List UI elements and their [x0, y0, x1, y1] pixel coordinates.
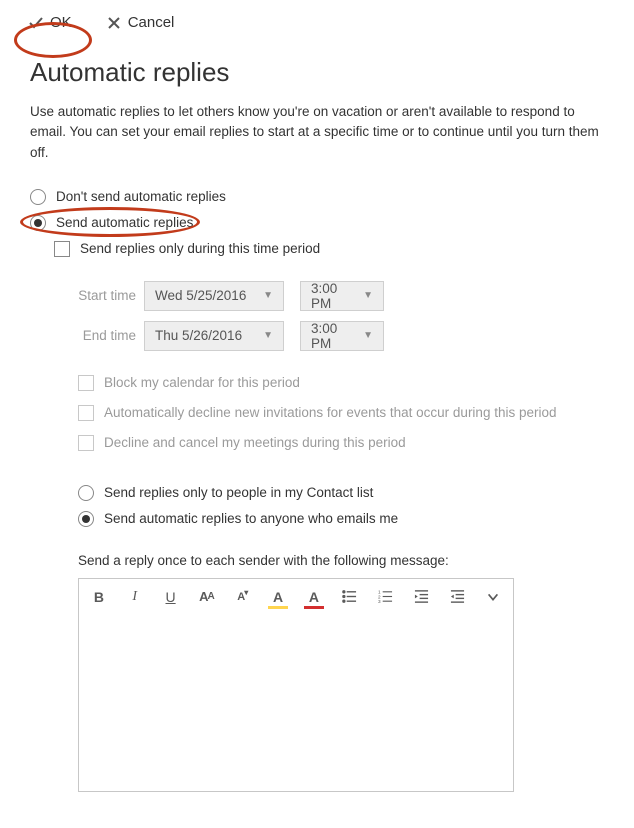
svg-text:3: 3	[378, 599, 381, 604]
radio-dont-send-label: Don't send automatic replies	[56, 189, 226, 204]
start-date-value: Wed 5/25/2016	[155, 288, 246, 303]
checkbox-time-period-label: Send replies only during this time perio…	[80, 241, 320, 256]
message-editor: B I U AA A▾ A A 123	[78, 578, 514, 792]
message-textarea[interactable]	[79, 615, 513, 791]
chevron-down-icon: ▼	[363, 330, 373, 341]
end-time-dropdown[interactable]: 3:00 PM ▼	[300, 321, 384, 351]
checkbox-block-calendar[interactable]	[78, 375, 94, 391]
chevron-down-icon: ▼	[263, 330, 273, 341]
start-time-value: 3:00 PM	[311, 281, 353, 311]
check-icon	[28, 15, 44, 31]
radio-anyone[interactable]	[78, 511, 94, 527]
checkbox-decline-cancel-label: Decline and cancel my meetings during th…	[104, 435, 406, 450]
checkbox-auto-decline[interactable]	[78, 405, 94, 421]
checkbox-time-period[interactable]	[54, 241, 70, 257]
bold-button[interactable]: B	[89, 587, 109, 607]
font-color-button[interactable]: A	[304, 587, 324, 607]
italic-button[interactable]: I	[125, 587, 145, 607]
bullet-list-button[interactable]	[340, 587, 360, 607]
page-title: Automatic replies	[30, 57, 604, 88]
radio-dont-send[interactable]	[30, 189, 46, 205]
radio-contacts-only-label: Send replies only to people in my Contac…	[104, 485, 373, 500]
start-time-label: Start time	[78, 288, 136, 303]
end-time-value: 3:00 PM	[311, 321, 353, 351]
end-date-dropdown[interactable]: Thu 5/26/2016 ▼	[144, 321, 284, 351]
checkbox-decline-cancel[interactable]	[78, 435, 94, 451]
radio-contacts-only[interactable]	[78, 485, 94, 501]
ok-button[interactable]: OK	[28, 14, 72, 31]
highlight-color-button[interactable]: A	[268, 587, 288, 607]
radio-anyone-label: Send automatic replies to anyone who ema…	[104, 511, 398, 526]
chevron-down-icon: ▼	[363, 290, 373, 301]
ok-label: OK	[50, 14, 72, 31]
font-size-decrease-button[interactable]: A▾	[232, 587, 252, 607]
start-time-dropdown[interactable]: 3:00 PM ▼	[300, 281, 384, 311]
cancel-button[interactable]: Cancel	[106, 14, 175, 31]
outdent-button[interactable]	[411, 587, 431, 607]
editor-toolbar: B I U AA A▾ A A 123	[79, 579, 513, 615]
checkbox-auto-decline-label: Automatically decline new invitations fo…	[104, 405, 557, 420]
cancel-label: Cancel	[128, 14, 175, 31]
radio-send-label: Send automatic replies	[56, 215, 193, 230]
start-date-dropdown[interactable]: Wed 5/25/2016 ▼	[144, 281, 284, 311]
radio-send[interactable]	[30, 215, 46, 231]
end-time-label: End time	[78, 328, 136, 343]
page-description: Use automatic replies to let others know…	[30, 102, 604, 163]
checkbox-block-calendar-label: Block my calendar for this period	[104, 375, 300, 390]
underline-button[interactable]: U	[161, 587, 181, 607]
reply-message-label: Send a reply once to each sender with th…	[78, 553, 604, 568]
more-formatting-button[interactable]	[483, 587, 503, 607]
chevron-down-icon: ▼	[263, 290, 273, 301]
font-size-increase-button[interactable]: AA	[196, 587, 216, 607]
x-icon	[106, 15, 122, 31]
indent-button[interactable]	[447, 587, 467, 607]
end-date-value: Thu 5/26/2016	[155, 328, 242, 343]
numbered-list-button[interactable]: 123	[376, 587, 396, 607]
chevron-down-icon	[486, 590, 500, 604]
